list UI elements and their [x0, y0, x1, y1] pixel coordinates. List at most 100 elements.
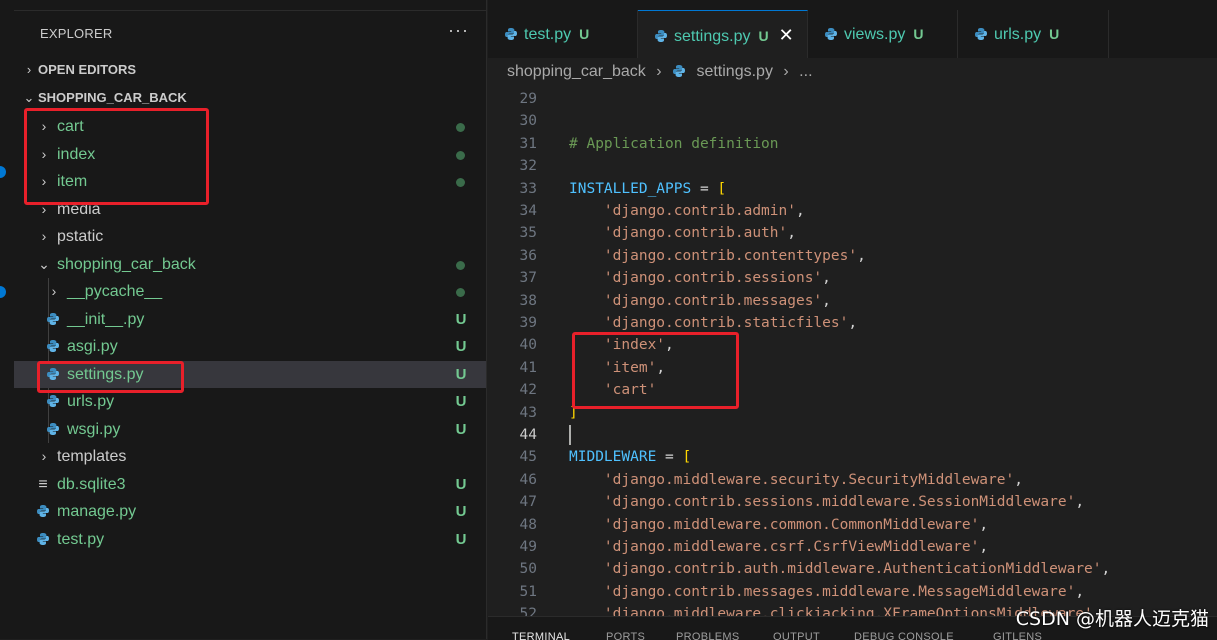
tree-item-folder[interactable]: ⌄ shopping_car_back: [14, 251, 486, 278]
breadcrumb-folder[interactable]: shopping_car_back: [507, 63, 646, 80]
tab-test-py[interactable]: test.py U: [488, 10, 638, 58]
git-modified-dot-icon: [456, 123, 465, 132]
python-file-icon: [808, 26, 844, 43]
tree-item-folder[interactable]: › templates: [14, 443, 486, 470]
line-number: 37: [519, 270, 537, 287]
project-section[interactable]: ⌄ SHOPPING_CAR_BACK: [20, 87, 187, 109]
tree-item-python[interactable]: __init__.py U: [14, 306, 486, 333]
tree-item-label: item: [57, 173, 88, 190]
tree-item-label: templates: [57, 448, 127, 465]
line-number: 35: [519, 225, 537, 242]
code-text[interactable]: 'django.contrib.auth.middleware.Authenti…: [569, 558, 1110, 580]
chevron-right-icon: ›: [41, 200, 47, 217]
git-modified-dot-icon: [456, 260, 465, 270]
tab-git-status: U: [579, 26, 590, 42]
close-icon[interactable]: ✕: [779, 25, 794, 45]
tree-item-python[interactable]: manage.py U: [14, 498, 486, 525]
tree-item-python[interactable]: wsgi.py U: [14, 416, 486, 443]
code-text[interactable]: 'django.contrib.auth',: [569, 222, 796, 244]
git-status-badge: U: [455, 365, 467, 383]
python-file-icon: [958, 26, 994, 43]
activity-bar: [0, 0, 14, 639]
tree-item-python[interactable]: asgi.py U: [14, 333, 486, 360]
tree-item-folder[interactable]: › media: [14, 196, 486, 223]
ellipsis-icon[interactable]: ···: [448, 20, 469, 41]
python-file-icon: [45, 388, 61, 415]
tree-item-python[interactable]: urls.py U: [14, 388, 486, 415]
code-text[interactable]: 'django.middleware.csrf.CsrfViewMiddlewa…: [569, 536, 988, 558]
code-text[interactable]: 'django.contrib.messages.middleware.Mess…: [569, 581, 1084, 603]
code-text[interactable]: # Application definition: [569, 133, 779, 155]
code-text[interactable]: 'django.middleware.security.SecurityMidd…: [569, 469, 1023, 491]
tab-settings-py[interactable]: settings.py U ✕: [638, 10, 808, 59]
chevron-right-icon: ›: [41, 145, 47, 162]
badge-icon: [0, 166, 6, 178]
tree-item-folder[interactable]: › cart: [14, 113, 486, 140]
breadcrumb-file[interactable]: settings.py: [696, 63, 772, 80]
tree-item-label: test.py: [57, 530, 105, 548]
tree-item-label: media: [57, 200, 101, 218]
tree-item-label: urls.py: [67, 393, 115, 410]
tree-item-database[interactable]: ≡ db.sqlite3 U: [14, 471, 486, 498]
open-editors-label: OPEN EDITORS: [38, 62, 137, 77]
tree-item-python[interactable]: settings.py U: [14, 360, 486, 388]
tree-item-python[interactable]: test.py U: [14, 526, 486, 553]
tree-item-label: cart: [57, 118, 84, 135]
code-text[interactable]: ]: [569, 402, 578, 424]
code-text[interactable]: 'django.contrib.messages',: [569, 290, 831, 312]
breadcrumb-separator: ›: [656, 63, 662, 80]
line-number: 46: [519, 471, 537, 488]
python-file-icon: [45, 306, 61, 333]
explorer-title: EXPLORER: [40, 26, 113, 41]
line-number: 51: [519, 583, 537, 600]
line-number: 38: [519, 292, 537, 309]
tree-item-folder[interactable]: › __pycache__: [14, 278, 486, 305]
code-text[interactable]: INSTALLED_APPS = [: [569, 178, 726, 200]
git-status-badge: U: [455, 530, 467, 548]
line-number: 36: [519, 247, 537, 264]
open-editors-section[interactable]: › OPEN EDITORS: [20, 59, 136, 81]
tree-item-label: db.sqlite3: [57, 475, 126, 493]
code-text[interactable]: 'django.contrib.sessions.middleware.Sess…: [569, 491, 1084, 513]
tab-label: test.py: [524, 26, 572, 43]
tree-item-folder[interactable]: › pstatic: [14, 223, 486, 250]
sidebar-top-border: [14, 0, 486, 11]
code-text[interactable]: 'django.contrib.staticfiles',: [569, 312, 857, 334]
tree-item-folder[interactable]: › item: [14, 168, 486, 195]
python-file-icon: [488, 26, 524, 43]
line-number: 31: [519, 135, 537, 152]
git-status-badge: U: [455, 420, 467, 438]
editor-tab-bar: test.py Usettings.py U ✕ views.py Uurls.py U: [488, 0, 1217, 59]
tab-git-status: U: [913, 26, 924, 42]
tree-item-label: index: [57, 145, 96, 163]
code-text[interactable]: 'django.middleware.common.CommonMiddlewa…: [569, 514, 988, 536]
code-text[interactable]: 'django.contrib.contenttypes',: [569, 245, 866, 267]
code-editor[interactable]: 29 30 31 # Application definition 32 33 INSTAL…: [488, 86, 1217, 616]
chevron-right-icon: ›: [51, 283, 57, 299]
line-number: 41: [519, 359, 537, 376]
code-text[interactable]: 'django.contrib.sessions',: [569, 267, 831, 289]
tab-label: urls.py: [994, 26, 1042, 43]
code-text[interactable]: 'index',: [569, 334, 674, 356]
line-number: 42: [519, 382, 537, 399]
chevron-right-icon: ›: [41, 228, 47, 244]
line-number: 52: [519, 606, 537, 616]
chevron-right-icon: ›: [41, 448, 47, 464]
tab-views-py[interactable]: views.py U: [808, 10, 958, 58]
line-number: 44: [519, 427, 537, 443]
line-number: 32: [519, 158, 537, 175]
code-text[interactable]: 'django.contrib.admin',: [569, 200, 805, 222]
breadcrumb-tail[interactable]: ...: [799, 63, 812, 80]
tab-urls-py[interactable]: urls.py U: [958, 10, 1109, 58]
code-text[interactable]: 'item',: [569, 357, 665, 379]
tree-item-folder[interactable]: › index: [14, 141, 486, 168]
watermark: CSDN @机器人迈克猫: [1015, 608, 1209, 630]
tree-item-label: __init__.py: [67, 310, 145, 328]
python-file-icon: [638, 28, 674, 45]
python-file-icon: [35, 498, 51, 525]
code-text[interactable]: MIDDLEWARE = [: [569, 446, 691, 468]
tree-item-label: manage.py: [57, 503, 137, 520]
code-text[interactable]: 'cart': [569, 379, 656, 401]
project-label: SHOPPING_CAR_BACK: [38, 90, 187, 105]
badge-icon: [0, 286, 6, 298]
